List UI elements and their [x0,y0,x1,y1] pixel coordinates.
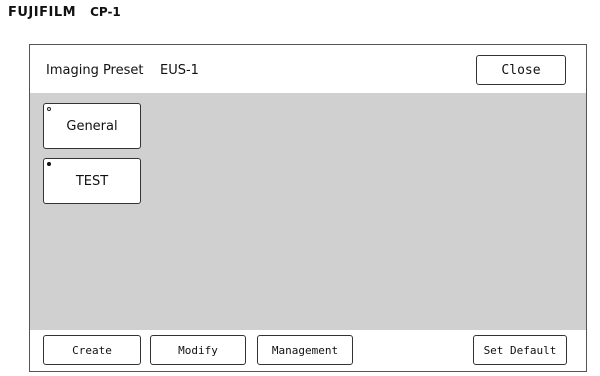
close-button[interactable]: Close [476,55,566,85]
dialog-footer: Create Modify Management Set Default [30,330,586,371]
set-default-button[interactable]: Set Default [473,335,567,365]
dialog-title: Imaging Preset [46,63,144,78]
preset-button-test[interactable]: TEST [43,158,141,204]
brand-bar: FUJIFILM CP-1 [8,2,121,22]
preset-label: TEST [75,173,109,189]
preset-selected-indicator-icon [47,162,51,166]
dialog-header: Imaging Preset EUS-1 Close [30,45,586,94]
device-model: CP-1 [90,5,121,19]
preset-indicator-icon [47,107,51,111]
imaging-preset-dialog: Imaging Preset EUS-1 Close General TEST … [29,44,587,372]
preset-list-area: General TEST [30,93,586,332]
fujifilm-logo: FUJIFILM [8,4,77,20]
preset-button-general[interactable]: General [43,103,141,149]
scope-name: EUS-1 [160,63,199,78]
modify-button[interactable]: Modify [150,335,246,365]
management-button[interactable]: Management [257,335,353,365]
preset-label: General [66,118,118,134]
create-button[interactable]: Create [43,335,141,365]
